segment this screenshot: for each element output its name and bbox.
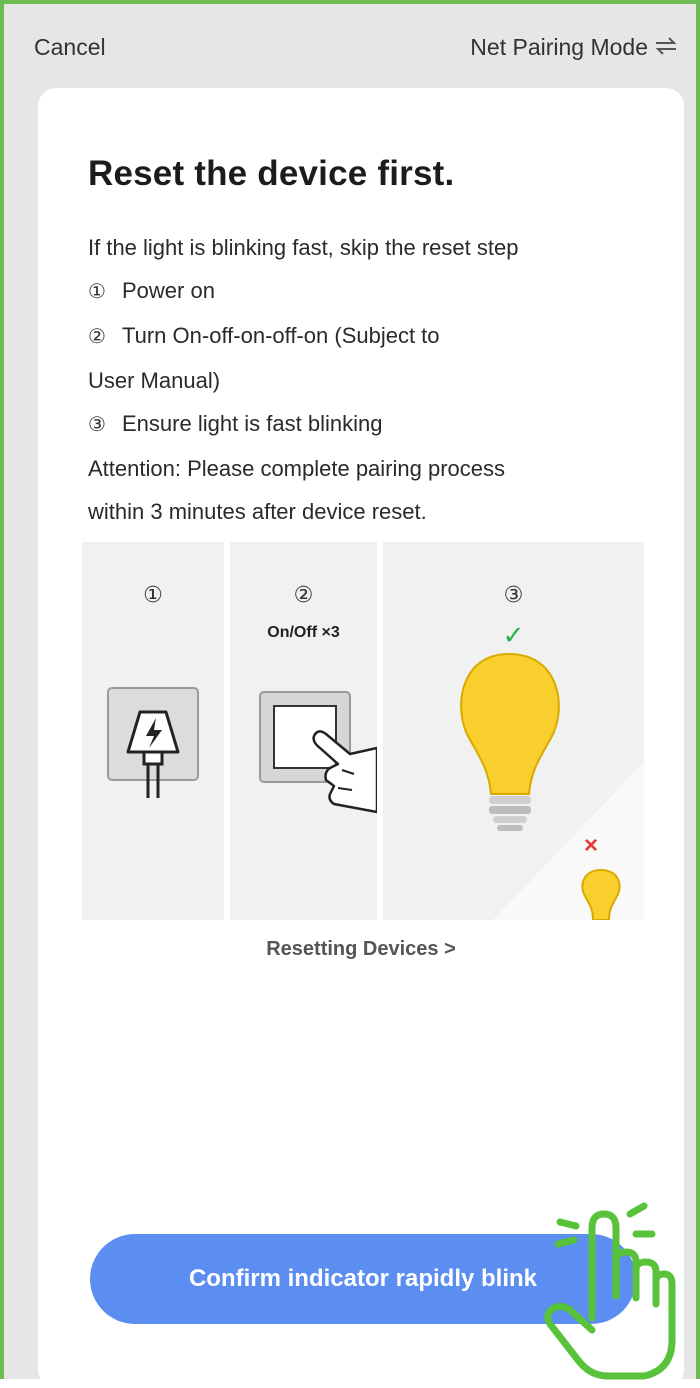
cancel-button[interactable]: Cancel: [34, 34, 106, 61]
power-plug-icon: [107, 687, 199, 798]
bulb-icon: [460, 652, 644, 920]
step-2: ② Turn On-off-on-off-on (Subject to: [88, 314, 648, 359]
illustration-panel-power: ①: [82, 542, 224, 920]
step-number: ②: [88, 326, 106, 348]
tap-hand-icon: [544, 1202, 676, 1380]
step-1: ① Power on: [88, 269, 648, 314]
illustration-panel-switch: ② On/Off ×3: [230, 542, 377, 920]
step-number: ③: [88, 414, 106, 436]
reset-illustration: ① ② On/Off ×3 ③ ✓ ×: [82, 542, 644, 920]
step-text: Turn On-off-on-off-on (Subject to: [122, 323, 440, 348]
intro-text: If the light is blinking fast, skip the …: [88, 235, 519, 260]
switch-press-icon: [259, 691, 377, 814]
instructions: If the light is blinking fast, skip the …: [88, 226, 648, 533]
cross-icon: ×: [584, 832, 599, 859]
swap-arrows-icon: [654, 35, 678, 61]
attention-text: Attention: Please complete pairing proce…: [88, 456, 506, 481]
net-pairing-mode-label: Net Pairing Mode: [470, 34, 648, 60]
step-text: Power on: [122, 278, 215, 303]
step-2-continued: User Manual): [88, 368, 221, 393]
content-card: Reset the device first. If the light is …: [38, 88, 684, 1388]
app-frame: Cancel Net Pairing Mode Reset the device…: [0, 0, 700, 1388]
step-3: ③ Ensure light is fast blinking: [88, 402, 648, 447]
top-bar: Cancel Net Pairing Mode: [4, 4, 696, 88]
attention-text-2: within 3 minutes after device reset.: [88, 499, 427, 524]
illustration-panel-bulb: ③ ✓ ×: [383, 542, 644, 920]
confirm-blink-label: Confirm indicator rapidly blink: [188, 1265, 538, 1292]
page-title: Reset the device first.: [88, 154, 455, 193]
net-pairing-mode-button[interactable]: Net Pairing Mode: [470, 34, 678, 61]
step-text: Ensure light is fast blinking: [122, 411, 383, 436]
step-number: ①: [88, 281, 106, 303]
resetting-devices-link[interactable]: Resetting Devices >: [38, 938, 684, 961]
